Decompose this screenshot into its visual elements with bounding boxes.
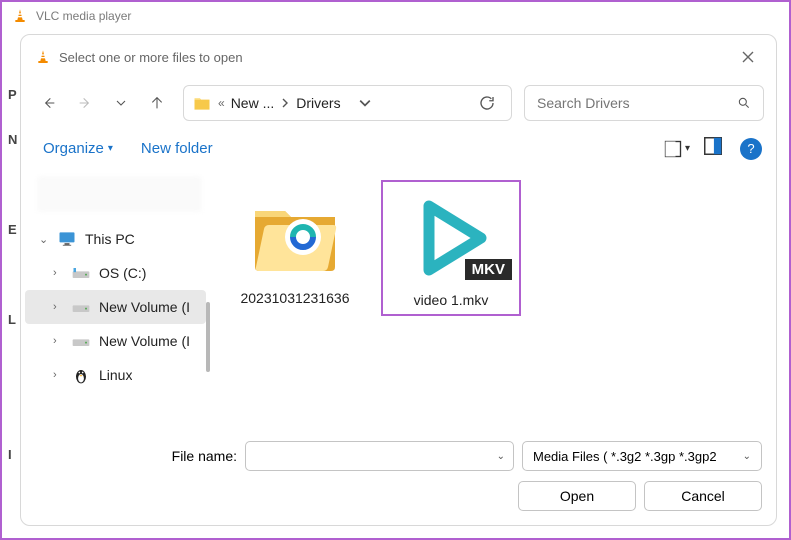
dialog-footer: File name: ⌄ Media Files ( *.3g2 *.3gp *… (21, 431, 776, 525)
chevron-down-icon (113, 95, 129, 111)
filename-field[interactable] (254, 448, 497, 464)
dialog-title: Select one or more files to open (59, 50, 734, 65)
arrow-right-icon (77, 95, 93, 111)
file-type-filter[interactable]: Media Files ( *.3g2 *.3gp *.3gp2 ⌄ (522, 441, 762, 471)
vlc-logo-icon (35, 49, 51, 65)
chevron-right-icon: › (53, 335, 65, 347)
folder-open-icon (245, 191, 345, 281)
search-input[interactable] (524, 85, 764, 121)
file-item-video[interactable]: MKV video 1.mkv (381, 180, 521, 316)
tree-item-linux[interactable]: › Linux (21, 358, 210, 392)
cancel-button[interactable]: Cancel (644, 481, 762, 511)
drive-icon (71, 331, 91, 351)
chevron-right-icon: › (53, 369, 65, 381)
forward-button[interactable] (69, 87, 101, 119)
monitor-icon (57, 229, 77, 249)
command-bar: Organize▾ New folder ▾ ? (21, 129, 776, 172)
filename-input[interactable]: ⌄ (245, 441, 514, 471)
mkv-badge: MKV (465, 259, 512, 280)
recent-button[interactable] (105, 87, 137, 119)
preview-pane-icon (702, 135, 724, 157)
view-mode-button[interactable]: ▾ (663, 139, 690, 159)
arrow-left-icon (41, 95, 57, 111)
search-icon (737, 96, 751, 110)
chevron-down-icon[interactable]: ⌄ (497, 451, 505, 462)
refresh-icon (478, 94, 496, 112)
open-button[interactable]: Open (518, 481, 636, 511)
sidebar: ⌄ This PC › OS (C:) › New Volume (I › Ne… (21, 172, 211, 431)
chevron-down-icon: ▾ (108, 143, 113, 154)
filename-label: File name: (35, 448, 245, 464)
tree-item-os-drive[interactable]: › OS (C:) (21, 256, 210, 290)
penguin-icon (71, 365, 91, 385)
breadcrumb-segment[interactable]: New ... (231, 95, 275, 111)
breadcrumb[interactable]: « New ... Drivers (183, 85, 512, 121)
preview-pane-button[interactable] (702, 135, 724, 162)
app-titlebar: VLC media player (2, 2, 789, 30)
file-open-dialog: Select one or more files to open « New .… (20, 34, 777, 526)
new-folder-button[interactable]: New folder (141, 140, 213, 157)
chevron-right-icon: › (53, 267, 65, 279)
file-label: video 1.mkv (414, 292, 489, 308)
file-label: 20231031231636 (240, 290, 349, 306)
breadcrumb-prefix: « (218, 96, 225, 110)
file-item-folder[interactable]: 20231031231636 (225, 180, 365, 312)
background-fragment: PNELI (8, 72, 17, 477)
tree-item-new-volume-1[interactable]: › New Volume (I (25, 290, 206, 324)
chevron-down-icon[interactable] (359, 97, 371, 109)
app-title: VLC media player (36, 9, 131, 23)
folder-thumbnail (240, 186, 350, 286)
scrollbar-thumb[interactable] (206, 302, 210, 372)
chevron-down-icon: ⌄ (39, 233, 51, 246)
help-button[interactable]: ? (740, 138, 762, 160)
drive-icon (71, 263, 91, 283)
nav-toolbar: « New ... Drivers (21, 77, 776, 129)
view-grid-icon (663, 139, 683, 159)
back-button[interactable] (33, 87, 65, 119)
search-field[interactable] (537, 95, 737, 111)
file-list: 20231031231636 MKV video 1.mkv (211, 172, 776, 431)
close-button[interactable] (734, 43, 762, 71)
dialog-titlebar: Select one or more files to open (21, 35, 776, 77)
chevron-down-icon: ⌄ (743, 451, 751, 462)
tree-item-this-pc[interactable]: ⌄ This PC (21, 222, 210, 256)
up-button[interactable] (141, 87, 173, 119)
chevron-right-icon (280, 98, 290, 108)
chevron-down-icon: ▾ (685, 143, 690, 154)
vlc-logo-icon (12, 8, 28, 24)
close-icon (741, 50, 755, 64)
arrow-up-icon (149, 95, 165, 111)
breadcrumb-segment[interactable]: Drivers (296, 95, 340, 111)
organize-button[interactable]: Organize▾ (43, 140, 113, 157)
refresh-button[interactable] (471, 87, 503, 119)
drive-icon (71, 297, 91, 317)
chevron-right-icon: › (53, 301, 65, 313)
video-thumbnail: MKV (396, 188, 506, 288)
tree-item-new-volume-2[interactable]: › New Volume (I (21, 324, 210, 358)
quick-access-blurred (37, 176, 202, 212)
folder-icon (192, 93, 212, 113)
